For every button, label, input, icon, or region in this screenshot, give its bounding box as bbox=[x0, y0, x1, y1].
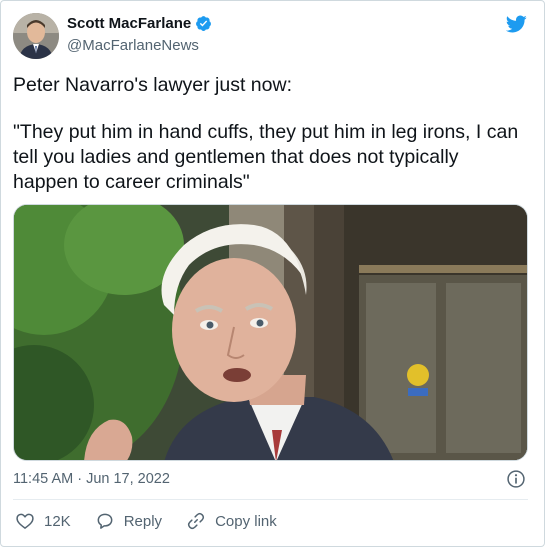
heart-icon bbox=[16, 513, 34, 529]
divider bbox=[13, 499, 528, 500]
link-icon bbox=[187, 512, 205, 530]
photo-illustration bbox=[14, 205, 527, 460]
reply-bubble-icon bbox=[97, 513, 113, 529]
info-icon[interactable] bbox=[506, 469, 526, 489]
verified-badge-icon bbox=[196, 16, 212, 31]
tweet-text-line-1: Peter Navarro's lawyer just now: bbox=[13, 74, 292, 96]
author-handle[interactable]: @MacFarlaneNews bbox=[67, 37, 199, 54]
author-name[interactable]: Scott MacFarlane bbox=[67, 15, 191, 32]
twitter-bird-icon[interactable] bbox=[504, 13, 528, 35]
reply-label: Reply bbox=[123, 512, 163, 530]
tweet-timestamp[interactable]: 11:45 AM · Jun 17, 2022 bbox=[13, 471, 170, 487]
tweet-actions: 12K Reply Copy link bbox=[15, 511, 301, 531]
copy-link-label: Copy link bbox=[215, 512, 277, 530]
tweet-header: Scott MacFarlane @MacFarlaneNews bbox=[13, 13, 532, 61]
tweet-card: Scott MacFarlane @MacFarlaneNews Peter N… bbox=[0, 0, 545, 547]
tweet-photo[interactable] bbox=[13, 204, 528, 461]
like-count: 12K bbox=[44, 512, 71, 530]
tweet-text-quote: "They put him in hand cuffs, they put hi… bbox=[13, 121, 519, 193]
tweet-text: Peter Navarro's lawyer just now: "They p… bbox=[13, 73, 528, 195]
like-button[interactable]: 12K bbox=[15, 511, 71, 531]
author-name-row: Scott MacFarlane bbox=[67, 15, 212, 32]
avatar[interactable] bbox=[13, 13, 59, 59]
reply-button[interactable]: Reply bbox=[95, 511, 162, 531]
copy-link-button[interactable]: Copy link bbox=[186, 511, 277, 531]
